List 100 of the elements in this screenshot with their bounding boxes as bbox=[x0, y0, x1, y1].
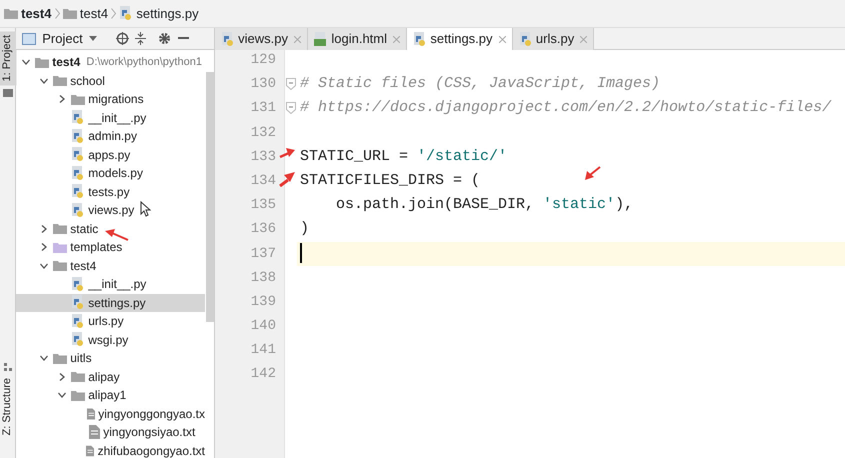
text-file-icon bbox=[89, 425, 100, 440]
expanded-chevron-icon[interactable] bbox=[40, 76, 48, 85]
line-number: 130 bbox=[250, 75, 276, 94]
expanded-chevron-icon[interactable] bbox=[58, 391, 66, 400]
breadcrumb-item[interactable]: test4 bbox=[21, 4, 52, 24]
fold-marker-icon[interactable] bbox=[286, 102, 296, 114]
collapsed-chevron-icon[interactable] bbox=[58, 95, 66, 104]
text-file-icon bbox=[86, 444, 94, 458]
file-tab[interactable]: settings.py bbox=[407, 28, 513, 50]
python-file-icon bbox=[71, 332, 86, 348]
chevron-icon bbox=[54, 8, 60, 19]
html-file-icon bbox=[314, 32, 328, 46]
line-number: 129 bbox=[250, 51, 276, 70]
python-file-icon bbox=[71, 147, 86, 162]
breadcrumb-item[interactable]: test4 bbox=[80, 4, 108, 24]
tool-window-tab[interactable]: Z: Structure bbox=[0, 374, 17, 440]
mouse-pointer-icon bbox=[140, 201, 151, 217]
collapsed-chevron-icon[interactable] bbox=[58, 372, 66, 381]
tree-item[interactable]: school bbox=[16, 72, 205, 90]
expanded-chevron-icon[interactable] bbox=[40, 354, 48, 362]
python-file-icon bbox=[518, 32, 533, 46]
line-number: 131 bbox=[250, 99, 276, 118]
breadcrumb-item[interactable]: settings.py bbox=[136, 4, 199, 24]
tree-item[interactable]: models.py bbox=[16, 164, 205, 183]
folder-icon bbox=[62, 8, 77, 19]
folder-icon bbox=[71, 94, 86, 105]
code-line: STATIC_URL = '/static/' bbox=[300, 148, 508, 165]
file-tab[interactable]: views.py bbox=[215, 28, 308, 50]
settings-icon[interactable] bbox=[158, 32, 172, 45]
tool-window-tab[interactable]: 1: Project bbox=[0, 31, 17, 86]
code-line: # https://docs.djangoproject.com/en/2.2/howto/static-files/ bbox=[300, 99, 832, 116]
fold-marker-icon[interactable] bbox=[286, 78, 296, 90]
line-number: 139 bbox=[250, 292, 276, 312]
code-line: STATICFILES_DIRS = ( bbox=[300, 172, 480, 189]
line-number: 142 bbox=[250, 365, 276, 384]
tree-item[interactable]: test4 D:\work\python\python1 bbox=[16, 53, 205, 72]
python-file-icon bbox=[71, 110, 86, 126]
tree-item[interactable]: zhifubaogongyao.txt bbox=[16, 442, 205, 458]
tree-item[interactable]: views.py bbox=[16, 201, 205, 220]
annotation-arrow bbox=[279, 170, 296, 187]
line-number: 141 bbox=[250, 341, 276, 360]
tree-item[interactable]: __init__.py bbox=[16, 108, 205, 128]
minimize-icon[interactable] bbox=[178, 37, 189, 40]
tree-item[interactable]: __init__.py bbox=[16, 275, 205, 294]
locate-icon[interactable] bbox=[116, 32, 129, 45]
structure-icon bbox=[4, 362, 12, 371]
text-file-icon bbox=[86, 406, 96, 421]
tree-item[interactable]: migrations bbox=[16, 90, 205, 109]
python-file-icon bbox=[413, 32, 428, 46]
tree-item[interactable]: apps.py bbox=[16, 146, 205, 164]
python-file-icon bbox=[71, 184, 86, 200]
annotation-arrow bbox=[279, 147, 296, 159]
python-file-icon bbox=[71, 202, 86, 218]
folder-icon bbox=[71, 390, 86, 401]
project-path: D:\work\python\python1 bbox=[86, 55, 202, 70]
line-number: 138 bbox=[250, 268, 276, 288]
python-file-icon bbox=[71, 166, 86, 181]
folder-icon bbox=[4, 8, 18, 19]
folder-icon bbox=[53, 75, 68, 86]
line-number: 134 bbox=[250, 172, 276, 191]
tree-item[interactable]: urls.py bbox=[16, 312, 205, 331]
collapsed-chevron-icon[interactable] bbox=[40, 243, 48, 252]
annotation-arrow bbox=[584, 166, 601, 181]
line-number: 136 bbox=[250, 220, 276, 240]
line-number: 132 bbox=[250, 124, 276, 143]
tree-item[interactable]: settings.py bbox=[16, 294, 205, 312]
tree-item[interactable]: yingyonggongyao.tx bbox=[16, 404, 205, 424]
line-number: 140 bbox=[250, 317, 276, 336]
code-line: # Static files (CSS, JavaScript, Images) bbox=[300, 75, 660, 92]
scrollbar[interactable] bbox=[206, 72, 214, 322]
file-tab[interactable]: urls.py bbox=[512, 28, 594, 50]
tree-item[interactable]: static bbox=[16, 220, 205, 238]
line-number: 135 bbox=[250, 196, 276, 216]
line-number: 137 bbox=[250, 244, 276, 264]
folder-icon bbox=[53, 223, 68, 234]
tree-item[interactable]: templates bbox=[16, 238, 205, 257]
expanded-chevron-icon[interactable] bbox=[40, 262, 48, 270]
python-file-icon bbox=[71, 128, 86, 144]
folder-icon bbox=[53, 260, 68, 272]
file-tab[interactable]: login.html bbox=[308, 28, 408, 50]
folder-icon bbox=[2, 88, 12, 97]
tree-item[interactable]: yingyongsiyao.txt bbox=[16, 423, 205, 442]
panel-title[interactable]: Project bbox=[42, 28, 83, 48]
collapse-icon[interactable] bbox=[134, 32, 146, 45]
tree-item[interactable]: wsgi.py bbox=[16, 330, 205, 350]
tree-item[interactable]: alipay1 bbox=[16, 386, 205, 405]
tree-item[interactable]: admin.py bbox=[16, 127, 205, 146]
code-line: ) bbox=[300, 220, 310, 238]
python-file-icon bbox=[71, 314, 86, 329]
text-cursor bbox=[300, 242, 302, 263]
annotation-arrow bbox=[104, 228, 129, 241]
tree-item[interactable]: tests.py bbox=[16, 182, 205, 202]
folder-icon bbox=[53, 352, 68, 364]
tree-item[interactable]: alipay bbox=[16, 368, 205, 386]
dropdown-caret-icon[interactable] bbox=[88, 36, 97, 41]
expanded-chevron-icon[interactable] bbox=[22, 58, 30, 66]
tree-item[interactable]: uitls bbox=[16, 349, 205, 368]
tree-item[interactable]: test4 bbox=[16, 256, 205, 276]
python-file-icon bbox=[71, 295, 86, 310]
collapsed-chevron-icon[interactable] bbox=[40, 224, 48, 233]
